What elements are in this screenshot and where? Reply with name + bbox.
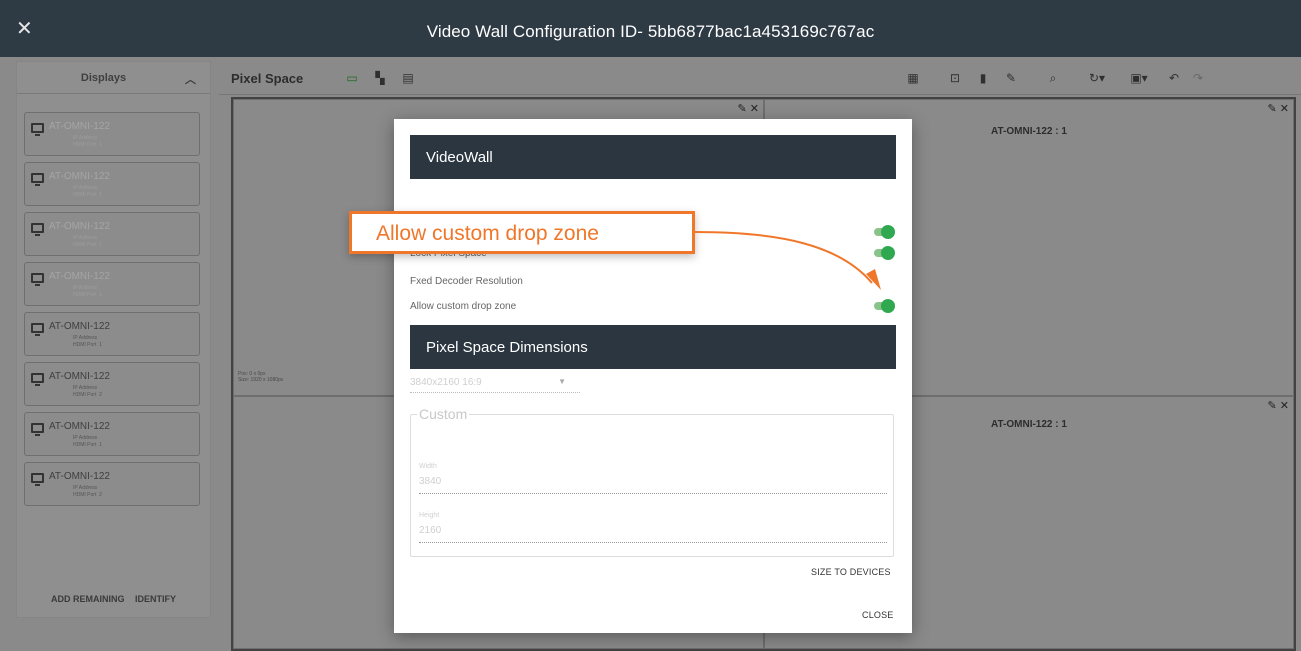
width-value: 3840 (419, 476, 442, 487)
sidebar-title: Displays (80, 72, 127, 84)
custom-legend: Custom (417, 406, 470, 422)
port-label: HDMI Port 1 (73, 242, 102, 248)
dimensions-title: Pixel Space Dimensions (426, 339, 588, 356)
display-name: AT-OMNI-122 (49, 371, 110, 382)
ip-label: IP Address (73, 135, 98, 141)
grid-list-icon[interactable]: ▤ (401, 71, 415, 85)
height-label: Height (419, 512, 440, 519)
save-icon[interactable]: ▣▾ (1127, 71, 1151, 85)
lock-pixel-space-toggle[interactable] (874, 246, 895, 260)
resolution-select[interactable]: 3840x2160 16:9 ▼ (410, 375, 580, 393)
ip-label: IP Address (73, 385, 98, 391)
port-label: HDMI Port 1 (73, 442, 102, 448)
window-title: Video Wall Configuration ID- 5bb6877bac1… (426, 22, 875, 41)
dimensions-header: Pixel Space Dimensions (410, 325, 896, 369)
display-name: AT-OMNI-122 (49, 321, 110, 332)
resolution-value: 3840x2160 16:9 (410, 377, 482, 388)
monitor-icon (31, 273, 44, 286)
display-card[interactable]: AT-OMNI-122 IP Address HDMI Port 1 (24, 112, 200, 156)
edit-close-icon[interactable]: ✎ ✕ (1268, 102, 1290, 115)
sidebar-header[interactable]: Displays ︿ (17, 62, 210, 94)
display-card[interactable]: AT-OMNI-122 IP Address HDMI Port 1 (24, 162, 200, 206)
cell-label: AT-OMNI-122 : 1 (991, 126, 1067, 137)
grid-4-icon[interactable]: ▚ (373, 71, 387, 85)
ip-label: IP Address (73, 285, 98, 291)
toggle-switch[interactable] (874, 225, 895, 239)
monitor-icon (31, 423, 44, 436)
dialog-title: VideoWall (426, 149, 493, 166)
setting-label: Allow custom drop zone (410, 301, 517, 312)
custom-drop-zone-row: Allow custom drop zone (410, 299, 896, 315)
ip-label: IP Address (73, 335, 98, 341)
monitor-icon (31, 173, 44, 186)
fixed-decoder-row: Fxed Decoder Resolution (410, 274, 896, 290)
redo-icon[interactable]: ↷ (1191, 71, 1205, 85)
display-name: AT-OMNI-122 (49, 271, 110, 282)
port-label: HDMI Port 2 (73, 492, 102, 498)
display-card[interactable]: AT-OMNI-122 IP Address HDMI Port 2 (24, 362, 200, 406)
port-label: HDMI Port 1 (73, 192, 102, 198)
add-remaining-button[interactable]: ADD REMAINING (51, 594, 125, 604)
display-card[interactable]: AT-OMNI-122 IP Address HDMI Port 1 (24, 262, 200, 306)
monitor-icon (31, 323, 44, 336)
ip-label: IP Address (73, 435, 98, 441)
display-name: AT-OMNI-122 (49, 471, 110, 482)
caret-down-icon: ▼ (558, 377, 566, 386)
undo-icon[interactable]: ↶ (1167, 71, 1181, 85)
display-name: AT-OMNI-122 (49, 121, 110, 132)
edit-close-icon[interactable]: ✎ ✕ (738, 102, 760, 115)
display-name: AT-OMNI-122 (49, 421, 110, 432)
lock-icon[interactable]: ⊡ (948, 71, 962, 85)
height-value: 2160 (419, 525, 442, 536)
monitor-icon (31, 473, 44, 486)
videowall-dialog: VideoWall Lock Pixel Space Fxed Decoder … (394, 119, 912, 633)
size-to-devices-button[interactable]: SIZE TO DEVICES (811, 567, 891, 577)
setting-label: Fxed Decoder Resolution (410, 276, 523, 287)
pixel-space-toolbar: Pixel Space ▭ ▚ ▤ ▦ ⊡ ▮ ✎ ⌕ ↻▾ ▣▾ ↶ ↷ (219, 61, 1301, 95)
ip-label: IP Address (73, 235, 98, 241)
ip-label: IP Address (73, 185, 98, 191)
display-card[interactable]: AT-OMNI-122 IP Address HDMI Port 1 (24, 412, 200, 456)
dialog-header: VideoWall (410, 135, 896, 179)
trash-icon[interactable]: ▮ (976, 71, 990, 85)
monitor-icon (31, 123, 44, 136)
edit-close-icon[interactable]: ✎ ✕ (1268, 399, 1290, 412)
port-label: HDMI Port 1 (73, 142, 102, 148)
pixel-space-title: Pixel Space (231, 71, 304, 86)
monitor-icon[interactable]: ▭ (345, 71, 359, 85)
rotate-icon[interactable]: ↻▾ (1085, 71, 1109, 85)
displays-sidebar: Displays ︿ AT-OMNI-122 IP Address HDMI P… (16, 61, 211, 618)
monitor-icon (31, 373, 44, 386)
display-card[interactable]: AT-OMNI-122 IP Address HDMI Port 1 (24, 312, 200, 356)
cell-label: AT-OMNI-122 : 1 (991, 419, 1067, 430)
width-field[interactable]: Width 3840 (419, 463, 887, 494)
custom-drop-zone-toggle[interactable] (874, 299, 895, 313)
width-label: Width (419, 463, 437, 470)
title-bar: ✕ Video Wall Configuration ID- 5bb6877ba… (0, 0, 1301, 57)
display-name: AT-OMNI-122 (49, 171, 110, 182)
chevron-up-icon[interactable]: ︿ (185, 71, 196, 87)
port-label: HDMI Port 2 (73, 392, 102, 398)
height-field[interactable]: Height 2160 (419, 512, 887, 543)
custom-fieldset: Custom Width 3840 Height 2160 (410, 406, 894, 557)
identify-button[interactable]: IDENTIFY (135, 594, 176, 604)
cell-position: Pos: 0 x 0px Size: 1920 x 1080px (238, 371, 284, 383)
display-card[interactable]: AT-OMNI-122 IP Address HDMI Port 2 (24, 462, 200, 506)
display-card[interactable]: AT-OMNI-122 IP Address HDMI Port 1 (24, 212, 200, 256)
port-label: HDMI Port 1 (73, 292, 102, 298)
port-label: HDMI Port 1 (73, 342, 102, 348)
callout-text: Allow custom drop zone (376, 222, 599, 245)
monitor-icon (31, 223, 44, 236)
display-name: AT-OMNI-122 (49, 221, 110, 232)
close-button[interactable]: CLOSE (862, 610, 894, 620)
callout-annotation: Allow custom drop zone (349, 211, 695, 254)
sidebar-footer: ADD REMAINING IDENTIFY (17, 594, 210, 604)
grid-9-icon[interactable]: ▦ (906, 71, 920, 85)
ip-label: IP Address (73, 485, 98, 491)
pencil-icon[interactable]: ✎ (1004, 71, 1018, 85)
zoom-icon[interactable]: ⌕ (1046, 71, 1060, 85)
